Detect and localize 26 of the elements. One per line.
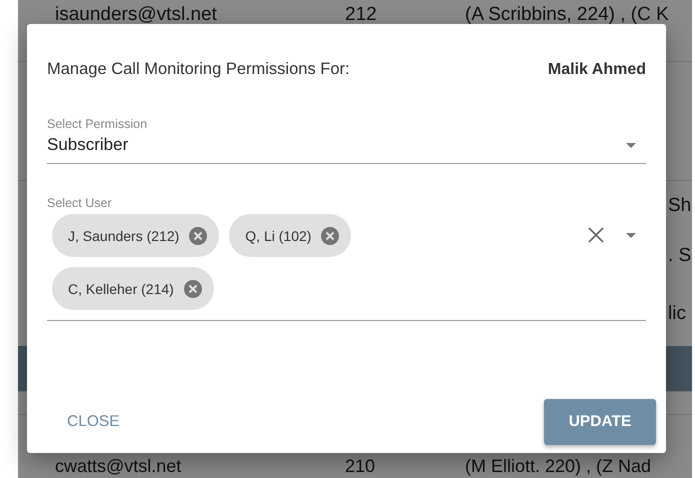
user-chip[interactable]: C, Kelleher (214) bbox=[52, 267, 214, 310]
permission-select[interactable]: Select Permission Subscriber bbox=[47, 117, 646, 164]
extension-cell: 212 bbox=[345, 4, 377, 26]
table-cell: Sh bbox=[668, 195, 692, 217]
user-select[interactable]: Select User J, Saunders (212) Q, Li (102) C, Kelleher (214) bbox=[47, 196, 646, 321]
close-button[interactable]: CLOSE bbox=[45, 399, 142, 445]
remove-icon[interactable] bbox=[321, 226, 340, 244]
user-name: Malik Ahmed bbox=[548, 60, 646, 78]
user-chip[interactable]: J, Saunders (212) bbox=[52, 214, 220, 257]
extension-cell: 210 bbox=[345, 456, 376, 477]
table-cell: . S bbox=[668, 245, 692, 267]
table-cell: (A Scribbins, 224) , (C K bbox=[465, 4, 669, 26]
caret-icon bbox=[626, 142, 636, 148]
caret-icon bbox=[626, 233, 636, 238]
select-value: Subscriber bbox=[47, 135, 128, 155]
remove-icon[interactable] bbox=[184, 280, 202, 298]
field-label: Select User bbox=[47, 196, 113, 210]
remove-icon[interactable] bbox=[189, 226, 208, 244]
clear-icon[interactable] bbox=[588, 227, 604, 243]
table-cell: lic bbox=[668, 302, 686, 324]
field-label: Select Permission bbox=[47, 117, 148, 131]
table-cell: (M Elliott. 220) , (Z Nad bbox=[465, 456, 652, 477]
dialog-title: Manage Call Monitoring Permissions For: bbox=[47, 60, 350, 79]
email-cell: cwatts@vtsl.net bbox=[55, 456, 182, 477]
email-cell: isaunders@vtsl.net bbox=[55, 4, 217, 26]
user-chip[interactable]: Q, Li (102) bbox=[229, 214, 352, 257]
